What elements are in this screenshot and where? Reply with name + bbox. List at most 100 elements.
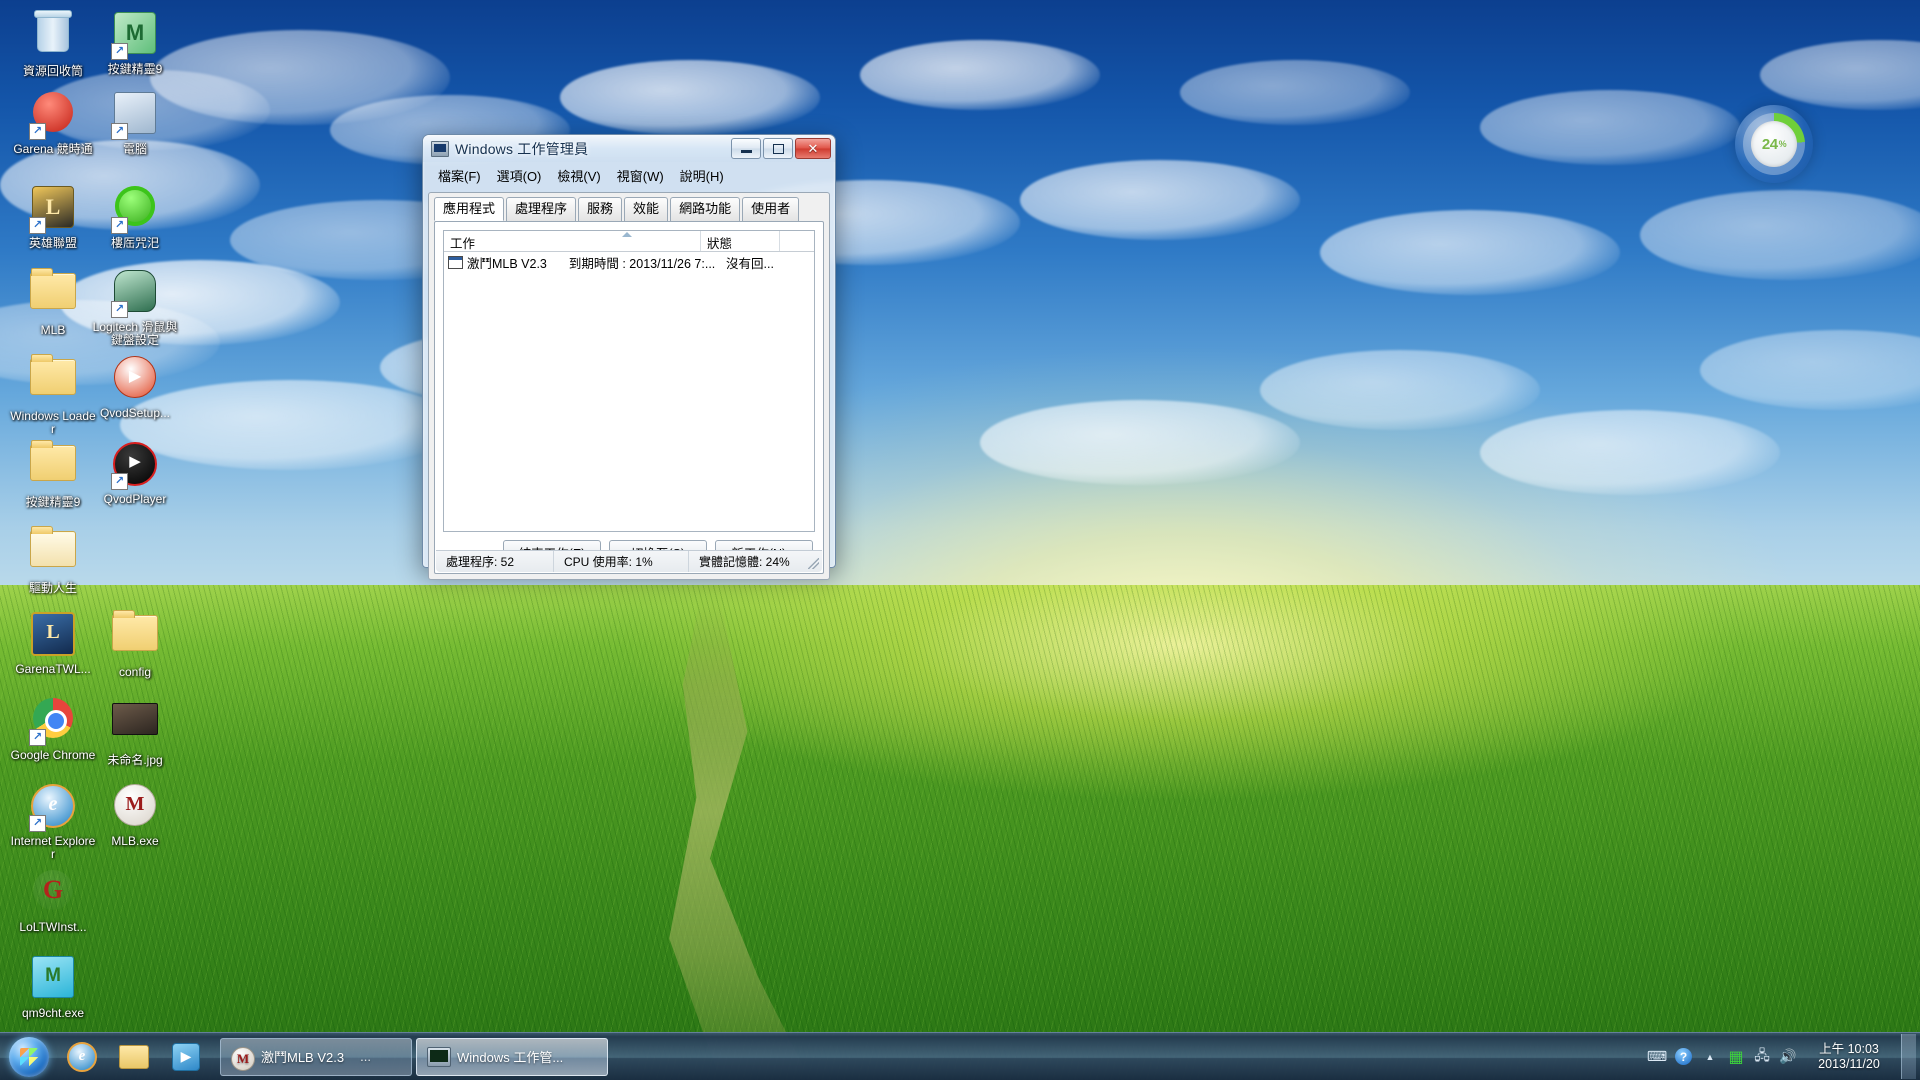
shortcut-overlay-icon: [111, 301, 128, 318]
title-bar[interactable]: Windows 工作管理員 ✕: [423, 135, 835, 162]
desktop-icon-recycle-bin-icon[interactable]: 資源回收筒: [10, 8, 96, 78]
desktop-icon-label: LoLTWInst...: [10, 921, 96, 934]
system-tray[interactable]: ⌨? ▲ ▦ 🖧 🔊 上午 10:03 2013/11/20: [1644, 1033, 1920, 1080]
taskbar-task-buttons[interactable]: M 激鬥MLB V2.3... Windows 工作管...: [218, 1038, 610, 1076]
folder-glyph: [30, 359, 76, 395]
shortcut-overlay-icon: [111, 217, 128, 234]
menu-item-4[interactable]: 視窗(W): [610, 164, 671, 187]
status-cpu-usage: CPU 使用率: 1%: [554, 551, 689, 572]
network-meter-icon[interactable]: ▦: [1723, 1037, 1749, 1077]
desktop-icon-computer-shortcut-icon[interactable]: 電腦: [92, 88, 178, 156]
taskbar-button-2[interactable]: Windows 工作管...: [416, 1038, 608, 1076]
qvod-setup-glyph: ▶: [114, 356, 156, 398]
folder-open-glyph: [30, 531, 76, 567]
minimize-button[interactable]: [731, 138, 761, 159]
quick-launch-bar[interactable]: e ▶: [56, 1036, 212, 1078]
mlb-baseball-glyph: M: [114, 784, 156, 826]
desktop-icon-gear-shortcut-icon[interactable]: 樓厒咒汜: [92, 182, 178, 250]
menu-item-1[interactable]: 檔案(F): [431, 164, 488, 187]
taskmgr-icon: [427, 1047, 449, 1067]
memory-meter-gadget[interactable]: 24%: [1735, 105, 1813, 183]
memory-meter-number: 24: [1762, 136, 1778, 153]
show-hidden-icons-icon[interactable]: ▲: [1697, 1037, 1723, 1077]
resize-grip[interactable]: [808, 558, 819, 569]
tab-3[interactable]: 服務: [578, 197, 622, 221]
network-icon[interactable]: 🖧: [1749, 1037, 1775, 1077]
row-task-cell: 激鬥MLB V2.3 到期時間 : 2013/11/26 7:...: [444, 253, 720, 272]
show-desktop-button[interactable]: [1901, 1034, 1916, 1079]
desktop-icon-label: Windows Loader: [10, 410, 96, 436]
desktop-icon-folder-icon[interactable]: config: [92, 608, 178, 679]
desktop-icon-label: qm9cht.exe: [10, 1007, 96, 1020]
desktop-icon-label: Logitech 滑鼠與鍵盤設定: [92, 321, 178, 347]
desktop-icon-qvod-player-shortcut-icon[interactable]: ▶QvodPlayer: [92, 438, 178, 506]
shortcut-overlay-icon: [29, 815, 46, 832]
tab-2[interactable]: 處理程序: [506, 197, 576, 221]
tab-1[interactable]: 應用程式: [434, 197, 504, 221]
shortcut-overlay-icon: [111, 43, 128, 60]
desktop-icon-qvod-setup-icon[interactable]: ▶ QvodSetup...: [92, 352, 178, 420]
desktop-icon-folder-icon[interactable]: MLB: [10, 266, 96, 337]
menu-item-5[interactable]: 說明(H): [673, 164, 731, 187]
menu-item-2[interactable]: 選項(O): [490, 164, 549, 187]
desktop-icon-image-file-icon[interactable]: 未命名.jpg: [92, 694, 178, 767]
tab-strip[interactable]: 應用程式 處理程序 服務 效能 網路功能 使用者: [429, 193, 829, 221]
tray-icon-group[interactable]: ⌨? ▲ ▦ 🖧 🔊: [1644, 1037, 1801, 1077]
desktop-icon-folder-icon[interactable]: Windows Loader: [10, 352, 96, 436]
help-icon[interactable]: ?: [1675, 1048, 1692, 1065]
desktop-icon-label: Garena 競時通: [10, 143, 96, 156]
desktop-icon-app-shortcut-icon[interactable]: M按鍵精靈9: [92, 8, 178, 76]
quicklaunch-internet-explorer-icon[interactable]: e: [56, 1036, 108, 1078]
taskbar[interactable]: e ▶ M 激鬥MLB V2.3... Windows 工作管... ⌨? ▲ ▦ 🖧 🔊 上…: [0, 1032, 1920, 1080]
desktop-icon-folder-icon[interactable]: 按鍵精靈9: [10, 438, 96, 509]
maximize-button[interactable]: [763, 138, 793, 159]
menu-bar[interactable]: 檔案(F) 選項(O) 檢視(V) 視窗(W) 說明(H): [423, 162, 835, 190]
desktop-icon-folder-icon[interactable]: 驅動人生: [10, 524, 96, 595]
taskbar-button-suffix: ...: [360, 1049, 371, 1064]
table-row[interactable]: 激鬥MLB V2.3 到期時間 : 2013/11/26 7:... 沒有回...: [444, 252, 814, 272]
desktop-icon-label: config: [92, 666, 178, 679]
desktop-icon-lol-installer-icon[interactable]: L GarenaTWL...: [10, 608, 96, 676]
garena-installer-glyph: G: [33, 870, 73, 910]
start-button[interactable]: [2, 1034, 56, 1079]
clock[interactable]: 上午 10:03 2013/11/20: [1801, 1037, 1897, 1077]
status-physical-memory: 實體記憶體: 24%: [689, 551, 822, 572]
desktop-icon-label: 未命名.jpg: [92, 754, 178, 767]
desktop-icon-label: 英雄聯盟: [10, 237, 96, 250]
shortcut-overlay-icon: [29, 123, 46, 140]
taskbar-button-1[interactable]: M 激鬥MLB V2.3...: [220, 1038, 412, 1076]
tab-5[interactable]: 網路功能: [670, 197, 740, 221]
list-header[interactable]: 工作 狀態: [444, 231, 814, 252]
desktop-icon-garena-installer-icon[interactable]: G LoLTWInst...: [10, 866, 96, 934]
task-manager-window[interactable]: Windows 工作管理員 ✕ 檔案(F) 選項(O) 檢視(V) 視窗(W) 說明(H…: [422, 134, 836, 568]
desktop-icon-logitech-shortcut-icon[interactable]: Logitech 滑鼠與鍵盤設定: [92, 266, 178, 347]
column-header-task[interactable]: 工作: [444, 231, 701, 251]
memory-meter-ring: 24%: [1743, 113, 1805, 175]
memory-meter-value: 24%: [1751, 121, 1797, 167]
tab-6[interactable]: 使用者: [742, 197, 799, 221]
desktop-icon-league-of-legends-shortcut-icon[interactable]: L英雄聯盟: [10, 182, 96, 250]
applications-pane: 工作 狀態 激鬥MLB V2.3 到期時間 : 2013/11/26 7:... 沒…: [434, 221, 824, 574]
menu-item-3[interactable]: 檢視(V): [550, 164, 607, 187]
volume-icon[interactable]: 🔊: [1775, 1037, 1801, 1077]
quicklaunch-explorer-folder-icon[interactable]: [108, 1036, 160, 1078]
desktop-icon-garena-shortcut-icon[interactable]: Garena 競時通: [10, 88, 96, 156]
wallpaper-grass-texture: [0, 585, 1920, 1080]
desktop-icon-label: Google Chrome: [10, 749, 96, 762]
desktop-icon-chrome-shortcut-icon[interactable]: Google Chrome: [10, 694, 96, 762]
list-rows[interactable]: 激鬥MLB V2.3 到期時間 : 2013/11/26 7:... 沒有回...: [444, 252, 814, 272]
keyboard-layout-icon[interactable]: ⌨: [1644, 1037, 1670, 1077]
desktop-icon-label: 樓厒咒汜: [92, 237, 178, 250]
close-button[interactable]: ✕: [795, 138, 831, 159]
row-status-cell: 沒有回...: [720, 253, 792, 272]
desktop-icon-label: MLB.exe: [92, 835, 178, 848]
desktop-icon-mlb-exe-icon[interactable]: M MLB.exe: [92, 780, 178, 848]
applications-list[interactable]: 工作 狀態 激鬥MLB V2.3 到期時間 : 2013/11/26 7:... 沒…: [443, 230, 815, 532]
desktop-icon-internet-explorer-shortcut-icon[interactable]: eInternet Explorer: [10, 780, 96, 861]
tab-4[interactable]: 效能: [624, 197, 668, 221]
desktop-icon-qm9cht-exe-icon[interactable]: Mqm9cht.exe: [10, 952, 96, 1020]
clock-date: 2013/11/20: [1818, 1057, 1880, 1072]
column-header-status[interactable]: 狀態: [701, 231, 780, 251]
quicklaunch-media-player-icon[interactable]: ▶: [160, 1036, 212, 1078]
desktop-icon-label: 按鍵精靈9: [10, 496, 96, 509]
